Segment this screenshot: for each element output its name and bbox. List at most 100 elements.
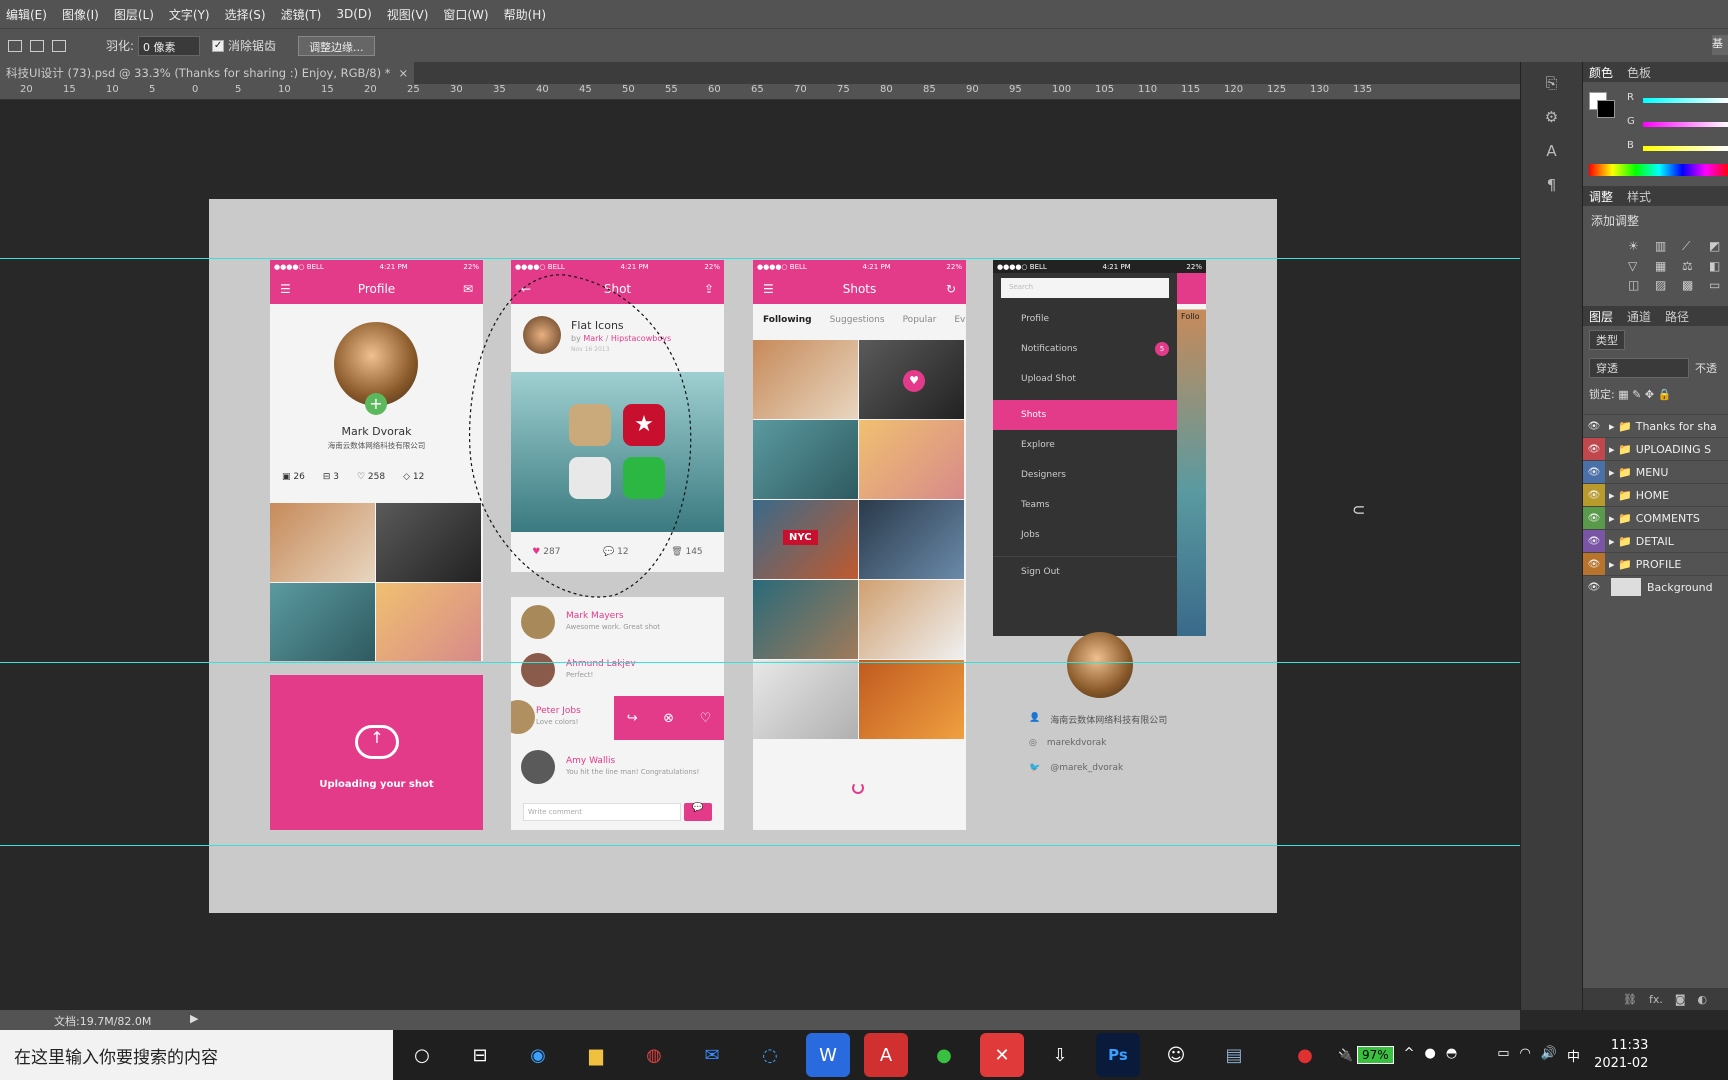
visibility-eye-icon[interactable]: 👁 xyxy=(1583,415,1605,437)
visibility-eye-icon[interactable]: 👁 xyxy=(1583,438,1605,460)
gradient-map-icon[interactable]: ▭ xyxy=(1709,278,1728,292)
shot-thumbnail[interactable] xyxy=(270,503,375,582)
menu-select[interactable]: 选择(S) xyxy=(225,6,266,23)
menu-item-shots[interactable]: Shots xyxy=(993,400,1177,430)
comment-input[interactable]: Write comment xyxy=(523,803,681,821)
battery-indicator[interactable]: 🔌 97% xyxy=(1338,1046,1394,1064)
shot-thumbnail[interactable] xyxy=(753,580,858,659)
shot-thumbnail[interactable] xyxy=(859,660,964,739)
photoshop-icon[interactable]: Ps xyxy=(1096,1033,1140,1077)
tab-paths[interactable]: 路径 xyxy=(1665,308,1689,325)
tab-channels[interactable]: 通道 xyxy=(1627,308,1651,325)
color-spectrum[interactable] xyxy=(1589,164,1728,176)
link-icon[interactable]: ⛓ xyxy=(1623,993,1637,1006)
menu-item-jobs[interactable]: Jobs xyxy=(993,520,1177,550)
menu-help[interactable]: 帮助(H) xyxy=(504,6,546,23)
file-explorer-icon[interactable]: ▆ xyxy=(574,1033,618,1077)
tab-styles[interactable]: 样式 xyxy=(1627,188,1651,205)
menu-item-designers[interactable]: Designers xyxy=(993,460,1177,490)
layer-row[interactable]: 👁 ▸ 📁 HOME xyxy=(1583,483,1728,506)
pdf-icon[interactable]: A xyxy=(864,1033,908,1077)
new-selection-icon[interactable] xyxy=(8,39,22,52)
shot-thumbnail[interactable] xyxy=(753,660,858,739)
document-canvas[interactable]: ●●●●○ BELL 4:21 PM 22% ☰ Profile ✉ + Mark … xyxy=(209,199,1277,913)
layer-row[interactable]: 👁 ▸ 📁 PROFILE xyxy=(1583,552,1728,575)
guide-line[interactable] xyxy=(0,662,1520,663)
paragraph-icon[interactable]: ¶ xyxy=(1541,176,1563,198)
balance-icon[interactable]: ⚖ xyxy=(1682,259,1704,273)
character-icon[interactable]: A xyxy=(1541,142,1563,164)
background-color-swatch[interactable] xyxy=(1597,100,1615,118)
visibility-eye-icon[interactable]: 👁 xyxy=(1583,507,1605,529)
ant-icon[interactable]: ● xyxy=(1283,1033,1327,1077)
tab-color[interactable]: 颜色 xyxy=(1589,64,1613,81)
share-icon[interactable]: ⇪ xyxy=(704,282,714,296)
shot-thumbnail[interactable] xyxy=(859,420,964,499)
close-icon[interactable]: × xyxy=(399,66,409,80)
wifi-icon[interactable]: ◠ xyxy=(1520,1046,1531,1065)
upload-card[interactable]: ↑ Uploading your shot xyxy=(270,675,483,830)
green-slider[interactable] xyxy=(1643,122,1728,127)
guide-line[interactable] xyxy=(0,258,1520,259)
workspace-button[interactable]: 基 xyxy=(1712,35,1728,55)
tab-layers[interactable]: 图层 xyxy=(1589,308,1613,325)
exposure-icon[interactable]: ◩ xyxy=(1709,239,1728,254)
contact-twitter[interactable]: 🐦 @marek_dvorak xyxy=(1029,763,1123,773)
shot-thumbnail[interactable] xyxy=(753,340,858,419)
curves-icon[interactable]: ⟋ xyxy=(1682,239,1704,254)
menu-image[interactable]: 图像(I) xyxy=(62,6,99,23)
add-selection-icon[interactable] xyxy=(30,39,44,52)
shot-thumbnail[interactable] xyxy=(270,583,375,661)
layer-row[interactable]: 👁 ▸ 📁 UPLOADING S xyxy=(1583,437,1728,460)
tab-adjustments[interactable]: 调整 xyxy=(1589,188,1613,205)
wechat-tray-icon[interactable]: ● xyxy=(1425,1046,1436,1065)
layer-row[interactable]: 👁 ▸ 📁 MENU xyxy=(1583,460,1728,483)
subtract-selection-icon[interactable] xyxy=(52,39,66,52)
task-view-icon[interactable]: ⊟ xyxy=(458,1033,502,1077)
shot-thumbnail[interactable] xyxy=(859,500,964,579)
threshold-icon[interactable]: ▩ xyxy=(1682,278,1704,292)
browser-icon[interactable]: ◌ xyxy=(748,1033,792,1077)
xmind-icon[interactable]: ✕ xyxy=(980,1033,1024,1077)
menu-layer[interactable]: 图层(L) xyxy=(114,6,154,23)
menu-icon[interactable]: ☰ xyxy=(280,282,291,296)
tags-stat[interactable]: ◇ 12 xyxy=(403,472,424,482)
notepad-icon[interactable]: ▤ xyxy=(1212,1033,1256,1077)
adjustment-layer-icon[interactable]: ◐ xyxy=(1698,993,1708,1006)
menu-item-teams[interactable]: Teams xyxy=(993,490,1177,520)
visibility-eye-icon[interactable]: 👁 xyxy=(1583,461,1605,483)
cortana-icon[interactable]: ○ xyxy=(400,1033,444,1077)
hue-icon[interactable]: ▦ xyxy=(1655,259,1677,273)
visibility-eye-icon[interactable]: 👁 xyxy=(1583,553,1605,575)
tab-everyone[interactable]: Eve xyxy=(954,315,966,325)
menu-3d[interactable]: 3D(D) xyxy=(336,7,371,21)
shot-thumbnail[interactable] xyxy=(753,420,858,499)
blend-mode-select[interactable]: 穿透 xyxy=(1589,358,1689,378)
avatar-app-icon[interactable]: ☺ xyxy=(1154,1033,1198,1077)
layer-kind-select[interactable]: 类型 xyxy=(1589,330,1625,350)
tab-popular[interactable]: Popular xyxy=(903,315,937,325)
visibility-eye-icon[interactable]: 👁 xyxy=(1583,484,1605,506)
layer-row[interactable]: 👁 ▸ 📁 COMMENTS xyxy=(1583,506,1728,529)
visibility-eye-icon[interactable]: 👁 xyxy=(1583,530,1605,552)
lock-icons[interactable]: ▦ ✎ ✥ 🔒 xyxy=(1618,388,1671,401)
tab-following[interactable]: Following xyxy=(763,315,812,325)
mask-icon[interactable]: ◙ xyxy=(1675,993,1686,1006)
taskbar-search-input[interactable]: 在这里输入你要搜索的内容 xyxy=(0,1030,393,1080)
mail-icon[interactable]: ✉ xyxy=(690,1033,734,1077)
menu-search-input[interactable]: Search xyxy=(1001,278,1169,298)
wechat-icon[interactable]: ● xyxy=(922,1033,966,1077)
status-menu-icon[interactable]: ▶ xyxy=(190,1012,198,1025)
posterize-icon[interactable]: ▨ xyxy=(1655,278,1677,292)
shots-stat[interactable]: ▣ 26 xyxy=(282,472,305,482)
menu-icon[interactable]: ☰ xyxy=(763,282,774,296)
invert-icon[interactable]: ◫ xyxy=(1628,278,1650,292)
red-slider[interactable] xyxy=(1643,98,1728,103)
tab-suggestions[interactable]: Suggestions xyxy=(830,315,885,325)
fx-button[interactable]: fx. xyxy=(1649,993,1663,1006)
chrome-icon[interactable]: ◍ xyxy=(632,1033,676,1077)
clock[interactable]: 11:33 2021-02 xyxy=(1594,1037,1648,1073)
ime-indicator[interactable]: 中 xyxy=(1567,1046,1580,1065)
visibility-eye-icon[interactable]: 👁 xyxy=(1583,576,1605,598)
shot-thumbnail[interactable]: NYC xyxy=(753,500,858,579)
